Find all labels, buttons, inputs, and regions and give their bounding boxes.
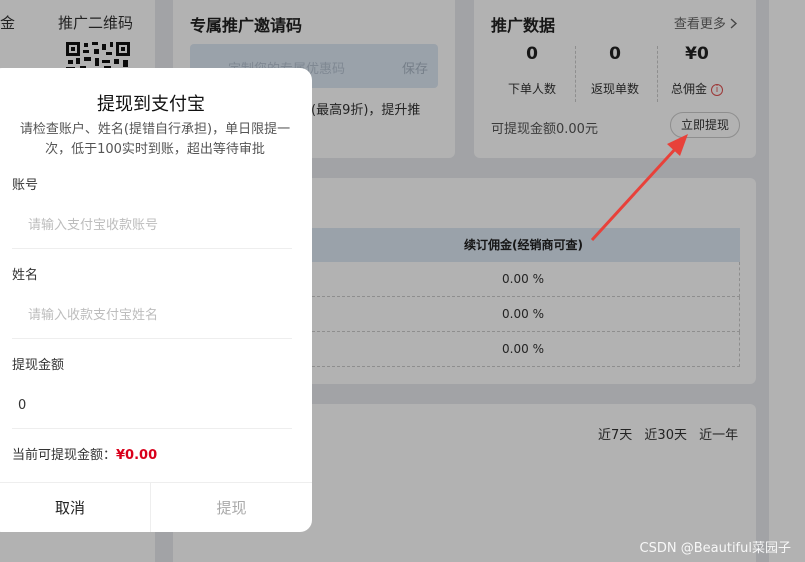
cancel-button[interactable]: 取消 — [0, 483, 151, 532]
current-available: 当前可提现金额：¥0.00 — [12, 444, 157, 463]
account-label: 账号 — [12, 178, 39, 193]
name-label: 姓名 — [12, 268, 39, 283]
account-input[interactable] — [12, 203, 292, 249]
dialog-title: 提现到支付宝 — [97, 94, 205, 115]
amount-label: 提现金额 — [12, 358, 65, 373]
dialog-notice: 请检查账户、姓名(提错自行承担)，单日限提一次，低于100实时到账，超出等待审批 — [19, 122, 291, 157]
withdraw-dialog: 提现到支付宝 请检查账户、姓名(提错自行承担)，单日限提一次，低于100实时到账… — [0, 68, 312, 532]
watermark: CSDN @Beautiful菜园子 — [639, 541, 791, 556]
amount-input[interactable] — [12, 383, 292, 429]
dialog-button-bar: 取消 提现 — [0, 482, 312, 532]
current-available-label: 当前可提现金额： — [12, 448, 117, 463]
current-available-amount: ¥0.00 — [116, 448, 158, 463]
submit-withdraw-button[interactable]: 提现 — [151, 483, 312, 532]
name-input[interactable] — [12, 293, 292, 339]
